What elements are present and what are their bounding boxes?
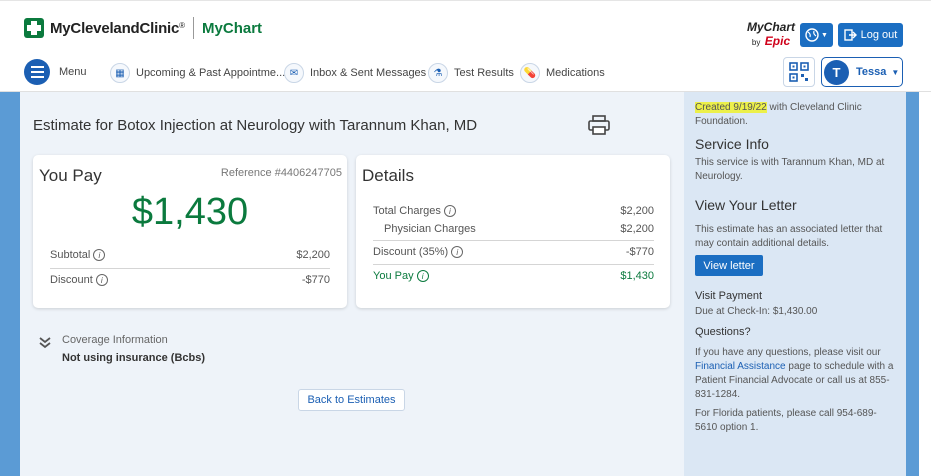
service-info-heading: Service Info <box>695 136 769 152</box>
nav-item-medications[interactable]: 💊 Medications <box>520 63 605 83</box>
view-letter-heading: View Your Letter <box>695 197 797 213</box>
pills-icon: 💊 <box>520 63 540 83</box>
print-button[interactable] <box>588 115 610 135</box>
cleveland-clinic-cross-icon <box>24 18 44 38</box>
epic-logo-epic: Epic <box>764 34 791 48</box>
info-icon[interactable]: i <box>443 205 456 217</box>
info-icon[interactable]: i <box>93 249 106 261</box>
created-info: Created 9/19/22 with Cleveland Clinic Fo… <box>695 101 895 129</box>
app-name: MyChart <box>202 19 263 37</box>
page-title: Estimate for Botox Injection at Neurolog… <box>33 117 478 134</box>
mychart-epic-logo: MyChart by Epic <box>747 21 795 49</box>
discount-value: -$770 <box>301 274 330 286</box>
brand-logo[interactable]: MyClevelandClinic ® MyChart <box>24 17 262 39</box>
discount-row: Discount i -$770 <box>50 274 330 286</box>
view-letter-text: This estimate has an associated letter t… <box>695 224 883 249</box>
brand-registered-mark: ® <box>179 20 186 30</box>
physician-charges-value: $2,200 <box>620 223 654 235</box>
hamburger-icon <box>24 59 50 85</box>
nav-item-messages[interactable]: ✉ Inbox & Sent Messages <box>284 63 426 83</box>
double-chevron-down-icon <box>38 336 58 364</box>
nav-item-label: Test Results <box>454 67 514 79</box>
subtotal-value: $2,200 <box>296 249 330 261</box>
left-background-strip <box>0 92 20 476</box>
nav-item-test-results[interactable]: ⚗ Test Results <box>428 63 514 83</box>
coverage-section[interactable]: Coverage Information Not using insurance… <box>38 334 205 364</box>
info-icon[interactable]: i <box>95 274 108 286</box>
nav-item-label: Medications <box>546 67 605 79</box>
logo-divider <box>193 17 195 39</box>
subtotal-row: Subtotal i $2,200 <box>50 249 330 261</box>
user-menu-button[interactable]: T Tessa ▼ <box>821 57 903 87</box>
total-charges-row: Total Charges i $2,200 <box>373 205 654 217</box>
physician-charges-label: Physician Charges <box>384 223 476 235</box>
menu-button[interactable]: Menu <box>24 59 87 85</box>
created-date-highlight: Created 9/19/22 <box>695 102 767 113</box>
details-card: Details Total Charges i $2,200 Physician … <box>356 155 670 308</box>
info-icon[interactable]: i <box>451 246 464 258</box>
discount-percent-value: -$770 <box>625 246 654 258</box>
menu-label: Menu <box>59 66 87 78</box>
back-to-estimates-button[interactable]: Back to Estimates <box>298 389 405 411</box>
discount-label: Discount <box>50 274 93 286</box>
view-letter-button[interactable]: View letter <box>695 255 763 276</box>
financial-assistance-link[interactable]: Financial Assistance <box>695 361 786 372</box>
page: MyClevelandClinic ® MyChart MyChart by E… <box>0 0 931 476</box>
flask-icon: ⚗ <box>428 63 448 83</box>
questions-heading: Questions? <box>695 326 751 338</box>
nav-item-label: Inbox & Sent Messages <box>310 67 427 79</box>
divider <box>373 240 654 241</box>
coverage-value: Not using insurance (Bcbs) <box>62 352 206 364</box>
details-title: Details <box>362 166 414 185</box>
discount-percent-row: Discount (35%) i -$770 <box>373 246 654 258</box>
avatar: T <box>824 59 849 85</box>
divider <box>373 264 654 265</box>
user-name: Tessa <box>856 66 887 78</box>
total-charges-label: Total Charges <box>373 205 441 217</box>
logout-button[interactable]: Log out <box>838 23 903 47</box>
logout-icon <box>843 29 857 41</box>
nav-item-appointments[interactable]: ▦ Upcoming & Past Appointme... <box>110 63 285 83</box>
visit-payment-text: Due at Check-In: $1,430.00 <box>695 306 818 317</box>
coverage-label: Coverage Information <box>62 334 168 346</box>
top-header: MyClevelandClinic ® MyChart MyChart by E… <box>0 0 931 52</box>
physician-charges-row: Physician Charges $2,200 <box>384 223 654 235</box>
you-pay-amount: $1,430 <box>131 191 249 233</box>
printer-icon <box>588 115 610 135</box>
chevron-down-icon: ▼ <box>821 31 828 39</box>
epic-logo-mychart: MyChart <box>747 20 796 34</box>
florida-text: For Florida patients, please call 954-68… <box>695 408 877 433</box>
calendar-icon: ▦ <box>110 63 130 83</box>
language-button[interactable]: ▼ <box>800 23 833 47</box>
right-background-strip <box>906 92 919 476</box>
epic-logo-by: by <box>751 38 761 47</box>
brand-name: MyClevelandClinic <box>50 19 180 37</box>
total-charges-value: $2,200 <box>620 205 654 217</box>
qr-code-button[interactable] <box>783 57 815 87</box>
service-info-text: This service is with Tarannum Khan, MD a… <box>695 157 885 182</box>
you-pay-title: You Pay <box>39 166 102 185</box>
globe-icon <box>805 28 819 42</box>
reference-number: Reference #4406247705 <box>220 167 342 179</box>
divider <box>50 268 330 269</box>
qr-code-icon <box>789 62 809 82</box>
visit-payment-heading: Visit Payment <box>695 290 763 302</box>
subtotal-label: Subtotal <box>50 249 91 261</box>
details-you-pay-label: You Pay <box>373 270 414 282</box>
logout-label: Log out <box>860 29 898 41</box>
info-icon[interactable]: i <box>416 270 429 282</box>
nav-item-label: Upcoming & Past Appointme... <box>136 67 286 79</box>
questions-text: If you have any questions, please visit … <box>695 346 895 402</box>
discount-percent-label: Discount (35%) <box>373 246 449 258</box>
envelope-icon: ✉ <box>284 63 304 83</box>
details-you-pay-value: $1,430 <box>620 270 654 282</box>
details-you-pay-row: You Pay i $1,430 <box>373 270 654 282</box>
you-pay-card: You Pay Reference #4406247705 $1,430 Sub… <box>33 155 347 308</box>
chevron-down-icon: ▼ <box>891 67 900 77</box>
questions-text-pre: If you have any questions, please visit … <box>695 347 881 358</box>
